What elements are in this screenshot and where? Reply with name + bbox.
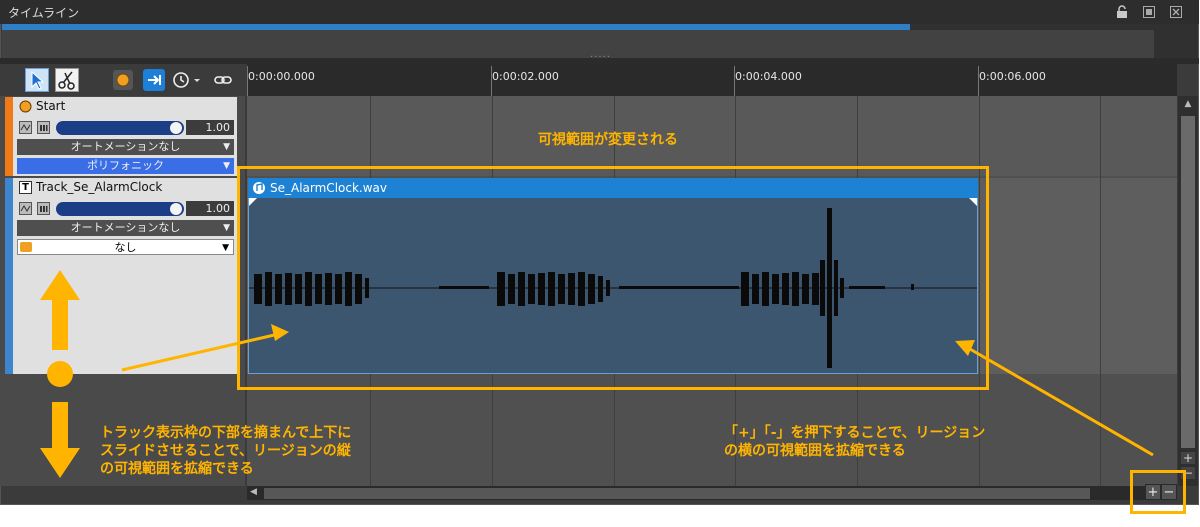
annotation-arrows [40,270,1154,478]
